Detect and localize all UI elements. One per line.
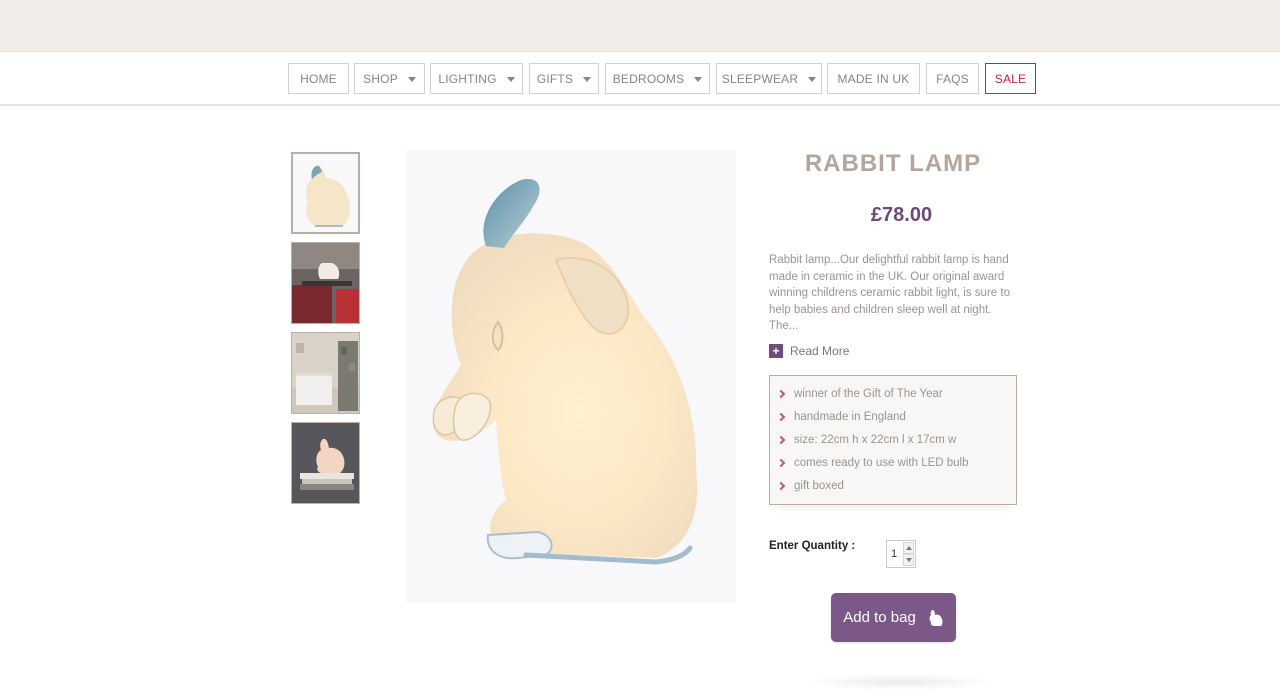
nav-gifts[interactable]: GIFTS: [529, 63, 599, 94]
features-box: winner of the Gift of The Year handmade …: [769, 375, 1017, 505]
quantity-stepper[interactable]: 1: [886, 540, 916, 568]
decorative-shadow: [800, 674, 1000, 690]
nav-gifts-label: GIFTS: [536, 71, 574, 86]
product-price: £78.00: [870, 204, 933, 226]
add-to-bag-button[interactable]: Add to bag: [831, 593, 956, 642]
quantity-value: 1: [891, 548, 898, 560]
feature-item: size: 22cm h x 22cm l x 17cm w: [770, 428, 1016, 451]
plus-icon: +: [769, 344, 783, 358]
main-nav: HOME SHOP LIGHTING GIFTS BEDROOMS SLEEPW…: [0, 52, 1280, 106]
nursery-room-thumb: [292, 333, 359, 413]
chevron-right-icon: [776, 435, 786, 445]
product-main-image[interactable]: [406, 150, 736, 603]
chevron-right-icon: [776, 458, 786, 468]
nav-lighting[interactable]: LIGHTING: [430, 63, 523, 94]
gallery-thumbnail-2[interactable]: [291, 242, 360, 324]
chevron-down-icon: [808, 76, 817, 82]
feature-item: comes ready to use with LED bulb: [770, 452, 1016, 475]
rabbit-lamp-on-chair-thumb: [292, 243, 359, 323]
gallery-thumbnail-1[interactable]: [291, 152, 360, 234]
nav-bedrooms[interactable]: BEDROOMS: [605, 63, 710, 94]
nav-made-in-uk-label: MADE IN UK: [837, 71, 910, 86]
quantity-label: Enter Quantity :: [769, 540, 856, 552]
nav-faqs[interactable]: FAQS: [926, 63, 979, 94]
feature-text: handmade in England: [794, 410, 906, 423]
nav-sale[interactable]: SALE: [985, 63, 1036, 94]
chevron-down-icon: [506, 76, 515, 82]
nav-sale-label: SALE: [994, 71, 1027, 86]
chevron-right-icon: [776, 482, 786, 491]
chevron-down-icon: [694, 76, 703, 82]
add-to-bag-label: Add to bag: [843, 609, 916, 626]
read-more-link[interactable]: + Read More: [769, 343, 849, 359]
feature-text: winner of the Gift of The Year: [794, 387, 943, 400]
feature-text: size: 22cm h x 22cm l x 17cm w: [794, 433, 957, 446]
arrow-up-icon: [905, 546, 912, 550]
feature-item: winner of the Gift of The Year: [770, 382, 1016, 405]
nav-sleepwear-label: SLEEPWEAR: [721, 71, 799, 86]
nav-shop-label: SHOP: [363, 71, 398, 86]
quantity-decrement-button[interactable]: [903, 554, 914, 566]
rabbit-lamp-on-books-thumb: [292, 423, 359, 503]
rabbit-lamp-image: [406, 150, 736, 603]
header-band: [0, 0, 1280, 52]
nav-faqs-label: FAQS: [936, 71, 969, 86]
product-description: Rabbit lamp...Our delightful rabbit lamp…: [769, 254, 1010, 332]
gallery-thumbnail-4[interactable]: [291, 422, 360, 504]
nav-sleepwear[interactable]: SLEEPWEAR: [716, 63, 822, 94]
chevron-down-icon: [407, 76, 416, 82]
gallery-thumbnail-3[interactable]: [291, 332, 360, 414]
product-title: RABBIT LAMP: [804, 150, 982, 177]
chevron-down-icon: [583, 76, 592, 82]
rabbit-icon: [929, 609, 943, 626]
feature-item: handmade in England: [770, 405, 1016, 428]
feature-text: comes ready to use with LED bulb: [794, 457, 969, 470]
arrow-down-icon: [905, 558, 912, 562]
chevron-right-icon: [776, 389, 786, 398]
read-more-label: Read More: [790, 344, 850, 358]
quantity-increment-button[interactable]: [903, 542, 914, 554]
rabbit-lamp-thumb: [293, 154, 358, 232]
nav-bedrooms-label: BEDROOMS: [612, 71, 685, 86]
nav-lighting-label: LIGHTING: [438, 71, 497, 86]
nav-shop[interactable]: SHOP: [354, 63, 425, 94]
feature-text: gift boxed: [794, 480, 844, 493]
feature-item: gift boxed: [770, 475, 1016, 498]
nav-made-in-uk[interactable]: MADE IN UK: [827, 63, 920, 94]
nav-home[interactable]: HOME: [288, 63, 349, 94]
chevron-right-icon: [776, 412, 786, 422]
nav-home-label: HOME: [300, 71, 337, 86]
